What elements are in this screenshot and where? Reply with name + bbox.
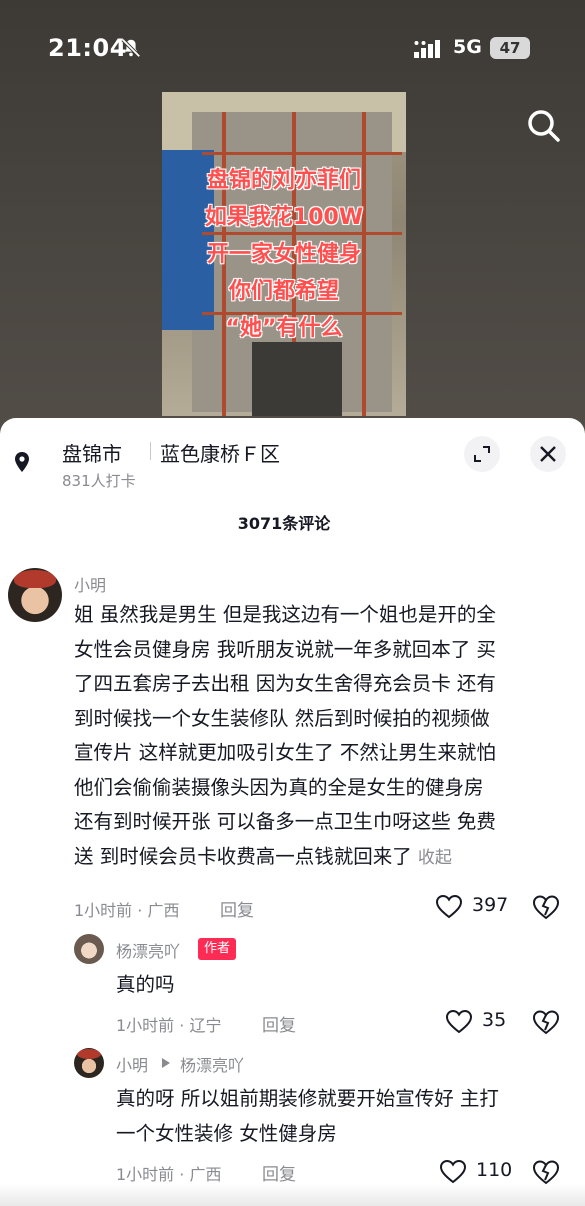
overlay-line: 开一家女性健身 xyxy=(206,242,361,267)
dislike-icon[interactable] xyxy=(532,1008,560,1036)
bottom-input-bar-edge xyxy=(0,1184,585,1206)
like-button[interactable]: 397 xyxy=(436,893,509,921)
comment-count: 3071条评论 xyxy=(237,514,331,533)
comment-line: 了四五套房子去出租 因为女生舍得充会员卡 还有 xyxy=(74,672,496,695)
close-icon xyxy=(540,446,556,462)
dislike-icon[interactable] xyxy=(532,1158,560,1186)
author-badge: 作者 xyxy=(198,938,237,960)
video-preview-area[interactable]: 21:04 5G 47 盘锦的刘亦菲们 如果我花100W 开一家女性健身 你们都… xyxy=(0,0,585,430)
overlay-line: 盘锦的刘亦菲们 xyxy=(206,168,361,193)
reply-button[interactable]: 回复 xyxy=(262,1160,296,1185)
overlay-line: 如果我花100W xyxy=(204,205,364,230)
video-thumbnail[interactable]: 盘锦的刘亦菲们 如果我花100W 开一家女性健身 你们都希望 “她”有什么 xyxy=(162,92,406,416)
comment-text[interactable]: 真的呀 所以姐前期装修就要开始宣传好 主打 一个女性装修 女性健身房 xyxy=(116,1082,576,1151)
comments-sheet: 盘锦市 蓝色康桥Ｆ区 831人打卡 3071条评论 小明 姐 虽然我是男生 但是… xyxy=(0,418,585,1206)
reply-to-username[interactable]: 杨漂亮吖 xyxy=(180,1052,244,1076)
avatar[interactable] xyxy=(74,1048,104,1078)
comment-line: 送 到时候会员卡收费高一点钱就回来了 xyxy=(74,844,412,868)
reply-button[interactable]: 回复 xyxy=(220,896,254,921)
video-overlay-text: 盘锦的刘亦菲们 如果我花100W 开一家女性健身 你们都希望 “她”有什么 xyxy=(162,162,406,347)
comment-line: 一个女性装修 女性健身房 xyxy=(116,1121,337,1145)
battery-icon: 47 xyxy=(490,37,530,59)
checkin-count: 831人打卡 xyxy=(62,472,136,490)
comment-line: 他们会偷偷装摄像头因为真的全是女生的健身房 xyxy=(74,775,484,799)
comment-line: 还有到时候开张 可以备多一点卫生巾呀这些 免费 xyxy=(74,810,496,833)
comment-meta: 1小时前 · 辽宁 xyxy=(116,1016,222,1035)
like-button[interactable]: 110 xyxy=(440,1158,512,1186)
reply-button[interactable]: 回复 xyxy=(262,1011,296,1036)
status-time: 21:04 xyxy=(48,34,127,62)
comment-line: 到时候找一个女生装修队 然后到时候拍的视频做 xyxy=(74,706,490,730)
overlay-line: 你们都希望 xyxy=(228,279,339,304)
close-button[interactable] xyxy=(530,436,566,472)
comment-line: 真的呀 所以姐前期装修就要开始宣传好 主打 xyxy=(116,1087,499,1110)
comment-text[interactable]: 真的吗 xyxy=(116,968,175,1003)
network-type: 5G xyxy=(453,36,482,58)
like-count: 110 xyxy=(476,1159,513,1181)
reply-to-arrow-icon xyxy=(162,1058,170,1068)
comment-line: 姐 虽然我是男生 但是我这边有一个姐也是开的全 xyxy=(74,603,496,626)
dislike-icon[interactable] xyxy=(532,893,560,921)
heart-icon xyxy=(440,1160,466,1184)
comment-text[interactable]: 姐 虽然我是男生 但是我这边有一个姐也是开的全 女性会员健身房 我听朋友说就一年… xyxy=(74,598,574,875)
bell-muted-icon xyxy=(121,38,141,58)
heart-icon xyxy=(446,1010,472,1034)
status-bar: 21:04 5G 47 xyxy=(0,0,585,96)
comment-username[interactable]: 小明 xyxy=(74,572,106,596)
comment-line: 女性会员健身房 我听朋友说就一年多就回本了 买 xyxy=(74,637,496,661)
like-count: 35 xyxy=(482,1009,507,1031)
avatar[interactable] xyxy=(8,568,62,622)
avatar[interactable] xyxy=(74,934,104,964)
location-place[interactable]: 蓝色康桥Ｆ区 xyxy=(160,438,280,467)
comment-username[interactable]: 小明 xyxy=(116,1052,148,1076)
signal-icon xyxy=(414,40,440,58)
overlay-line: “她”有什么 xyxy=(225,316,343,341)
like-button[interactable]: 35 xyxy=(446,1008,506,1036)
location-pin-icon xyxy=(15,452,29,472)
heart-icon xyxy=(436,895,462,919)
comment-meta: 1小时前 · 广西 xyxy=(116,1165,222,1184)
location-divider xyxy=(150,442,151,460)
like-count: 397 xyxy=(472,894,509,916)
expand-icon xyxy=(474,446,490,462)
comment-line: 宣传片 这样就更加吸引女生了 不然让男生来就怕 xyxy=(74,741,496,764)
search-icon[interactable] xyxy=(524,106,564,146)
expand-button[interactable] xyxy=(464,436,500,472)
collapse-link[interactable]: 收起 xyxy=(418,848,452,868)
comment-username[interactable]: 杨漂亮吖 xyxy=(116,938,180,962)
location-city[interactable]: 盘锦市 xyxy=(62,438,122,467)
comment-meta: 1小时前 · 广西 xyxy=(74,901,180,920)
